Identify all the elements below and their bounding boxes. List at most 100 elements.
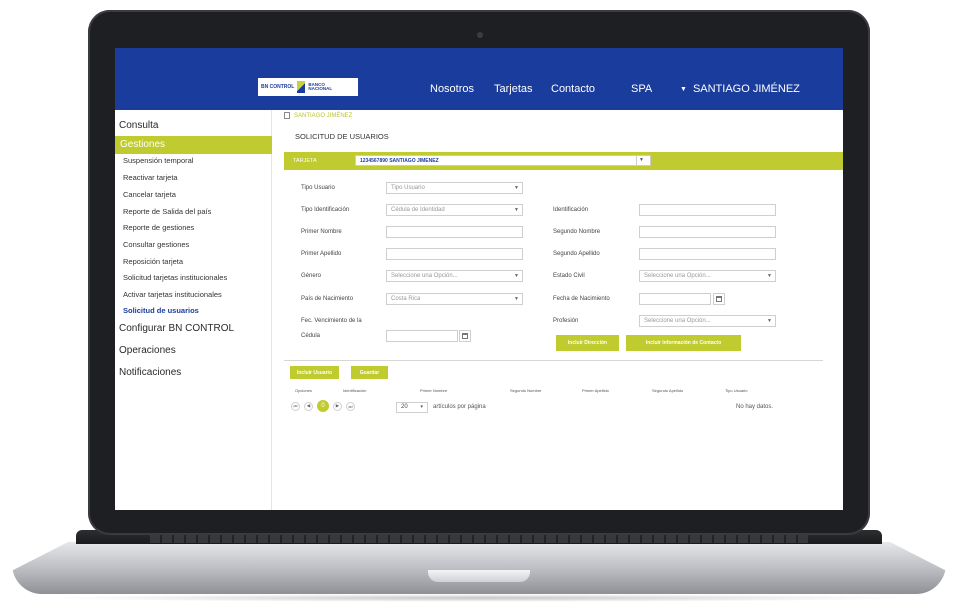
estado-civil-select[interactable]: Seleccione una Opción... ▼ (639, 270, 776, 282)
calendar-icon (462, 333, 468, 339)
next-page-icon[interactable]: ▶ (333, 401, 342, 411)
chevron-down-icon: ▼ (514, 273, 519, 279)
guardar-button[interactable]: Guardar (351, 366, 388, 379)
nav-nosotros[interactable]: Nosotros (430, 83, 474, 95)
sidebar-item-configurar[interactable]: Configurar BN CONTROL (119, 323, 234, 334)
user-menu[interactable]: ▼ SANTIAGO JIMÉNEZ (680, 83, 800, 95)
sidebar-subitem-cancelar[interactable]: Cancelar tarjeta (123, 190, 176, 199)
incluir-contacto-button[interactable]: Incluir Información de Contacto (626, 335, 741, 351)
breadcrumb: SANTIAGO JIMÉNEZ (284, 112, 352, 119)
logo-text: BN CONTROL (261, 84, 295, 90)
sidebar-subitem-solicitud-institucionales[interactable]: Solicitud tarjetas institucionales (123, 273, 227, 282)
fecha-nacimiento-calendar-button[interactable] (713, 293, 725, 305)
tipo-usuario-label: Tipo Usuario (301, 185, 335, 191)
sidebar-subitem-solicitud-usuarios[interactable]: Solicitud de usuarios (123, 306, 199, 315)
pais-nacimiento-value: Costa Rica (391, 296, 421, 302)
sidebar-subitem-reposicion[interactable]: Reposición tarjeta (123, 257, 183, 266)
page-title: SOLICITUD DE USUARIOS (295, 132, 389, 141)
column-header-primer-apellido[interactable]: Primer Apellido (582, 388, 609, 393)
sidebar-subitem-consultar-gestiones[interactable]: Consultar gestiones (123, 240, 189, 249)
last-page-icon[interactable]: ⏭ (346, 401, 355, 411)
column-header-primer-nombre[interactable]: Primer Nombre (420, 388, 447, 393)
nav-tarjetas[interactable]: Tarjetas (494, 83, 533, 95)
previous-page-icon[interactable]: ◀ (304, 401, 313, 411)
sidebar-item-operaciones[interactable]: Operaciones (119, 345, 176, 356)
chevron-down-icon: ▼ (419, 404, 424, 409)
laptop-screen: BN CONTROL BANCO NACIONAL Nosotros Tarje… (115, 48, 843, 510)
top-navigation-bar: BN CONTROL BANCO NACIONAL Nosotros Tarje… (115, 48, 843, 110)
first-page-icon[interactable]: ⏮ (291, 401, 300, 411)
sidebar-subitem-reactivar[interactable]: Reactivar tarjeta (123, 173, 178, 182)
laptop-notch (428, 570, 530, 582)
card-label: TARJETA (293, 158, 317, 164)
laptop-keyboard (150, 535, 808, 543)
sidebar-item-gestiones[interactable]: Gestiones (115, 136, 272, 154)
pais-nacimiento-select[interactable]: Costa Rica ▼ (386, 293, 523, 305)
nav-spa[interactable]: SPA (631, 83, 652, 95)
page-size-value: 20 (401, 404, 408, 410)
segundo-nombre-field[interactable] (639, 226, 776, 238)
vencimiento-cedula-field[interactable] (386, 330, 458, 342)
banco-nacional-logo-icon (297, 81, 306, 93)
profesion-select[interactable]: Seleccione una Opción... ▼ (639, 315, 776, 327)
card-select-value: 1234567890 SANTIAGO JIMENEZ (360, 158, 439, 164)
section-divider (284, 360, 823, 361)
sidebar-subitem-suspension[interactable]: Suspensión temporal (123, 156, 193, 165)
current-page[interactable]: 0 (317, 400, 329, 412)
chevron-down-icon: ▼ (767, 273, 772, 279)
pais-nacimiento-label: País de Nacimiento (301, 296, 354, 302)
logo-bank-line-2: NACIONAL (308, 86, 333, 91)
tipo-usuario-select[interactable]: Tipo Usuario ▼ (386, 182, 523, 194)
vencimiento-label-line-1: Fec. Vencimiento de la (301, 318, 362, 324)
chevron-down-icon: ▼ (514, 207, 519, 213)
caret-down-icon: ▼ (680, 85, 687, 93)
laptop-shadow (40, 594, 918, 602)
tipo-identificacion-value: Cédula de Identidad (391, 207, 445, 213)
vencimiento-calendar-button[interactable] (459, 330, 471, 342)
page-size-select[interactable]: 20 ▼ (396, 402, 428, 413)
chevron-down-icon[interactable]: ▼ (636, 155, 646, 165)
no-data-message: No hay datos. (736, 404, 774, 410)
column-header-identificacion[interactable]: Identificación (343, 388, 366, 393)
chevron-down-icon: ▼ (767, 318, 772, 324)
genero-label: Género (301, 273, 322, 279)
column-header-segundo-apellido[interactable]: Segundo Apellido (652, 388, 683, 393)
primer-nombre-field[interactable] (386, 226, 523, 238)
primer-apellido-field[interactable] (386, 248, 523, 260)
profesion-value: Seleccione una Opción... (644, 318, 711, 324)
card-select[interactable]: 1234567890 SANTIAGO JIMENEZ (355, 155, 651, 166)
sidebar-subitem-activar-institucionales[interactable]: Activar tarjetas institucionales (123, 290, 222, 299)
breadcrumb-text[interactable]: SANTIAGO JIMÉNEZ (294, 113, 352, 119)
primer-nombre-label: Primer Nombre (301, 229, 342, 235)
column-header-opciones[interactable]: Opciones (295, 388, 312, 393)
profesion-label: Profesión (553, 318, 579, 324)
segundo-nombre-label: Segundo Nombre (553, 229, 601, 235)
tipo-identificacion-select[interactable]: Cédula de Identidad ▼ (386, 204, 523, 216)
incluir-usuario-button[interactable]: Incluir Usuario (290, 366, 339, 379)
sidebar-subitem-reporte-gestiones[interactable]: Reporte de gestiones (123, 223, 194, 232)
chevron-down-icon: ▼ (514, 296, 519, 302)
sidebar-item-label: Gestiones (120, 139, 166, 150)
laptop-base (12, 542, 946, 594)
identificacion-field[interactable] (639, 204, 776, 216)
column-header-tipo-usuario[interactable]: Tipo Usuario (725, 388, 748, 393)
column-header-segundo-nombre[interactable]: Segundo Nombre (510, 388, 541, 393)
bn-control-logo[interactable]: BN CONTROL BANCO NACIONAL (258, 78, 358, 96)
per-page-label: artículos por página (433, 404, 486, 410)
pager: ⏮ ◀ 0 ▶ ⏭ (291, 400, 355, 412)
calendar-icon (716, 296, 722, 302)
user-name: SANTIAGO JIMÉNEZ (692, 83, 800, 95)
nav-contacto[interactable]: Contacto (551, 83, 595, 95)
segundo-apellido-field[interactable] (639, 248, 776, 260)
fecha-nacimiento-label: Fecha de Nacimiento (553, 296, 610, 302)
sidebar-item-consulta[interactable]: Consulta (119, 120, 158, 131)
logo-bank-name: BANCO NACIONAL (308, 82, 333, 92)
estado-civil-label: Estado Civil (553, 273, 585, 279)
sidebar-item-notificaciones[interactable]: Notificaciones (119, 367, 181, 378)
fecha-nacimiento-field[interactable] (639, 293, 711, 305)
incluir-direccion-button[interactable]: Incluir Dirección (556, 335, 619, 351)
camera-icon (477, 32, 483, 38)
tipo-usuario-value: Tipo Usuario (391, 185, 425, 191)
genero-select[interactable]: Seleccione una Opción... ▼ (386, 270, 523, 282)
sidebar-subitem-reporte-salida[interactable]: Reporte de Salida del país (123, 207, 211, 216)
